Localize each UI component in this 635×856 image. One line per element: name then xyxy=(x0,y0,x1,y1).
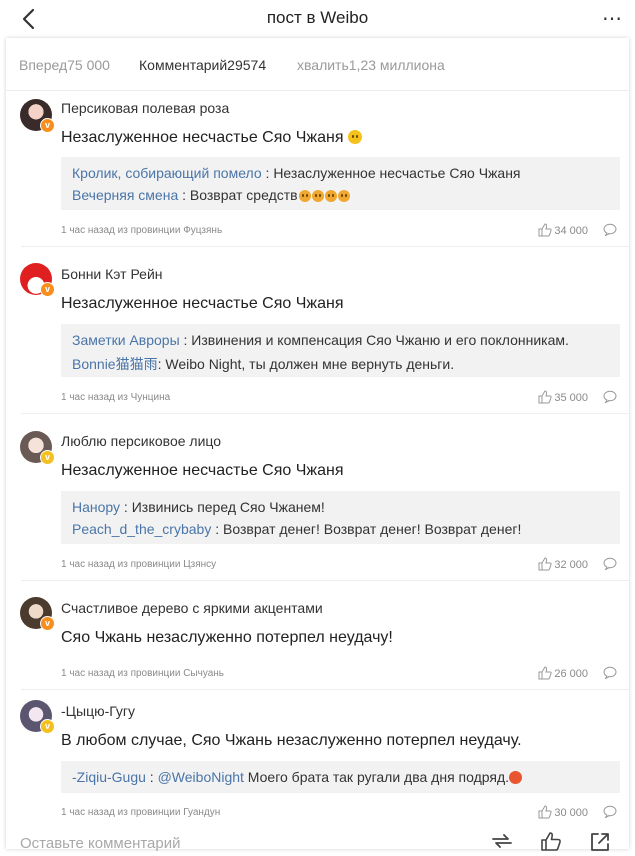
reply-bubble-icon[interactable] xyxy=(603,666,617,684)
comment-text: Незаслуженное несчастье Сяо Чжаня xyxy=(61,462,344,479)
thumbs-up-icon xyxy=(538,223,552,237)
reply-username[interactable]: Bonnie猫猫雨 xyxy=(72,356,158,372)
comment-item: v Бонни Кэт Рейн Незаслуженное несчастье… xyxy=(6,247,629,414)
mention-link[interactable]: @WeiboNight xyxy=(158,769,244,785)
tab-bar: Вперед75 000 Комментарий29574 хвалить1,2… xyxy=(6,38,629,91)
comment-meta: 1 час назад из провинции Фуцзянь xyxy=(61,225,223,236)
reply-username[interactable]: Вечерняя смена xyxy=(72,187,178,203)
verified-badge-icon: v xyxy=(40,450,55,465)
thumbs-up-icon xyxy=(538,390,552,404)
tab-forward[interactable]: Вперед75 000 xyxy=(19,57,110,73)
comment-item: v Счастливое дерево с яркими акцентами С… xyxy=(6,581,629,690)
comment-username[interactable]: Персиковая полевая роза xyxy=(61,100,229,116)
share-icon[interactable] xyxy=(589,831,611,856)
like-button[interactable]: 35 000 xyxy=(538,390,588,404)
comment-text: Незаслуженное несчастье Сяо Чжаня xyxy=(61,295,344,312)
comment-meta: 1 час назад из провинции Гуандун xyxy=(61,807,221,818)
peach-emoji-icon xyxy=(509,771,523,784)
reply-line: Кролик, собирающий помело : Незаслуженно… xyxy=(72,165,521,181)
reply-line: Нанору : Извинись перед Сяо Чжанем! xyxy=(72,499,325,515)
reply-bubble-icon[interactable] xyxy=(603,223,617,241)
emoji-icon xyxy=(324,190,337,202)
like-button[interactable]: 34 000 xyxy=(538,223,588,237)
reply-line: Вечерняя смена : Возврат средств xyxy=(72,187,350,203)
reply-username[interactable]: -Ziqiu-Gugu xyxy=(72,769,146,785)
reply-username[interactable]: Кролик, собирающий помело xyxy=(72,165,262,181)
smile-emoji-icon xyxy=(347,130,362,144)
more-options-icon[interactable]: ⋯ xyxy=(602,6,622,31)
tab-comments[interactable]: Комментарий29574 xyxy=(139,57,266,73)
verified-badge-icon: v xyxy=(40,616,55,631)
verified-badge-icon: v xyxy=(40,118,55,133)
reply-box[interactable]: -Ziqiu-Gugu : @WeiboNight Моего брата та… xyxy=(61,761,620,793)
reply-username[interactable]: Peach_d_the_crybaby xyxy=(72,521,211,537)
comment-meta: 1 час назад из Чунцина xyxy=(61,392,171,403)
verified-badge-icon: v xyxy=(40,719,55,734)
comment-item: v Люблю персиковое лицо Незаслуженное не… xyxy=(6,414,629,581)
reply-box[interactable]: Кролик, собирающий помело : Незаслуженно… xyxy=(61,157,620,210)
comment-username[interactable]: Счастливое дерево с яркими акцентами xyxy=(61,600,323,616)
reply-box[interactable]: Нанору : Извинись перед Сяо Чжанем! Peac… xyxy=(61,491,620,544)
tab-likes[interactable]: хвалить1,23 миллиона xyxy=(297,57,445,73)
comment-text: Незаслуженное несчастье Сяо Чжаня xyxy=(61,129,362,147)
comment-username[interactable]: Люблю персиковое лицо xyxy=(61,433,221,449)
comment-username[interactable]: Бонни Кэт Рейн xyxy=(61,266,163,282)
verified-badge-icon: v xyxy=(40,282,55,297)
comment-username[interactable]: -Цыцю-Гугу xyxy=(61,703,135,719)
comment-item: v Персиковая полевая роза Незаслуженное … xyxy=(6,90,629,247)
bottom-bar: Оставьте комментарий xyxy=(6,821,629,852)
reply-box[interactable]: Заметки Авроры : Извинения и компенсация… xyxy=(61,324,620,377)
thumbs-up-icon xyxy=(538,805,552,819)
like-icon[interactable] xyxy=(540,831,562,856)
comment-text: В любом случае, Сяо Чжань незаслуженно п… xyxy=(61,732,522,749)
emoji-icon xyxy=(311,190,324,202)
comment-text: Сяо Чжань незаслуженно потерпел неудачу! xyxy=(61,629,393,646)
like-button[interactable]: 32 000 xyxy=(538,557,588,571)
reply-username[interactable]: Нанору xyxy=(72,499,120,515)
like-button[interactable]: 26 000 xyxy=(538,666,588,680)
post-comments-panel: Вперед75 000 Комментарий29574 хвалить1,2… xyxy=(6,38,629,852)
reply-bubble-icon[interactable] xyxy=(603,390,617,408)
emoji-icon xyxy=(298,190,311,202)
top-bar: пост в Weibo ⋯ xyxy=(0,0,635,38)
comment-item: v -Цыцю-Гугу В любом случае, Сяо Чжань н… xyxy=(6,690,629,821)
thumbs-up-icon xyxy=(538,666,552,680)
comment-meta: 1 час назад из провинции Цзянсу xyxy=(61,559,217,570)
like-button[interactable]: 30 000 xyxy=(538,805,588,819)
reply-line: Peach_d_the_crybaby : Возврат денег! Воз… xyxy=(72,521,522,537)
reply-line: -Ziqiu-Gugu : @WeiboNight Моего брата та… xyxy=(72,769,523,785)
repost-icon[interactable] xyxy=(491,831,513,856)
reply-line: Bonnie猫猫雨: Weibo Night, ты должен мне ве… xyxy=(72,356,455,372)
emoji-icon xyxy=(337,190,350,202)
comment-input[interactable]: Оставьте комментарий xyxy=(20,835,181,852)
reply-username[interactable]: Заметки Авроры xyxy=(72,332,180,348)
page-title: пост в Weibo xyxy=(266,8,369,27)
reply-line: Заметки Авроры : Извинения и компенсация… xyxy=(72,332,569,348)
reply-bubble-icon[interactable] xyxy=(603,557,617,575)
comment-meta: 1 час назад из провинции Сычуань xyxy=(61,668,225,679)
thumbs-up-icon xyxy=(538,557,552,571)
